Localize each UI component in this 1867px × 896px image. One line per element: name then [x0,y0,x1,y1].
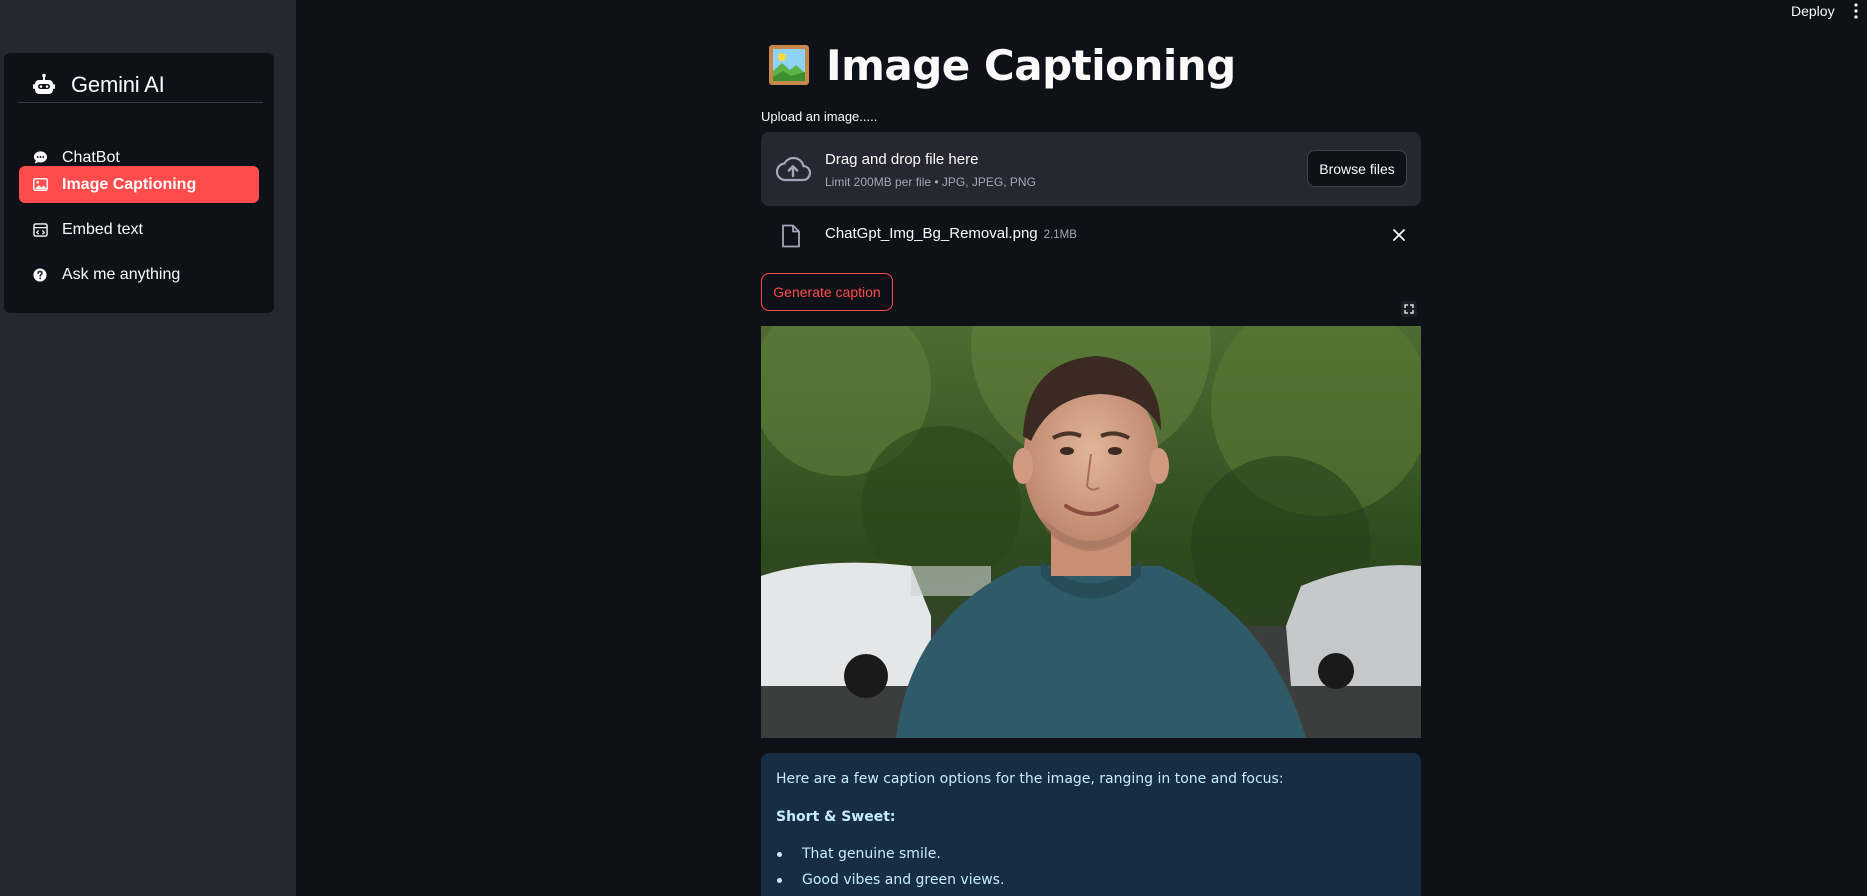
close-icon[interactable] [1391,227,1407,243]
list-item-text: Good vibes and green views. [802,872,1005,888]
embed-icon [32,222,48,238]
dropzone-limit-text: Limit 200MB per file • JPG, JPEG, PNG [825,175,1036,189]
menu-item-label: Image Captioning [62,175,197,193]
uploaded-file: ChatGpt_Img_Bg_Removal.png 2.1MB [761,218,1421,252]
page-title: Image Captioning [768,40,1236,90]
bullet-icon [777,877,782,883]
menu-item-ask-me-anything[interactable]: Ask me anything [19,256,259,293]
question-icon [32,267,48,283]
upload-label: Upload an image..... [761,109,878,124]
app-root: Gemini AI ChatBot Image Captioning Embed… [0,0,1867,896]
menu-item-image-captioning[interactable]: Image Captioning [19,166,259,203]
sidebar: Gemini AI ChatBot Image Captioning Embed… [0,0,296,896]
file-name: ChatGpt_Img_Bg_Removal.png 2.1MB [825,225,1077,242]
generate-caption-button[interactable]: Generate caption [761,273,893,311]
deploy-button[interactable]: Deploy [1791,3,1835,19]
framed-picture-icon [769,45,809,85]
menu-item-label: ChatBot [62,148,120,166]
brand-title: Gemini AI [71,71,165,97]
robot-icon [33,73,55,94]
main-menu-icon[interactable] [1852,2,1860,20]
chat-bubble-icon [32,150,48,166]
uploaded-image [761,326,1421,738]
fullscreen-icon[interactable] [1401,301,1417,317]
bullet-icon [777,851,782,857]
file-icon [782,224,800,248]
menu-header: Gemini AI [18,67,263,103]
menu-item-label: Ask me anything [62,265,181,283]
page-title-text: Image Captioning [826,40,1236,90]
file-dropzone[interactable]: Drag and drop file here Limit 200MB per … [761,132,1421,206]
photo-illustration [761,326,1421,738]
caption-section-title: Short & Sweet: [776,809,896,825]
menu-item-label: Embed text [62,220,143,238]
file-name-text: ChatGpt_Img_Bg_Removal.png [825,225,1038,242]
caption-result: Here are a few caption options for the i… [761,753,1421,896]
list-item: That genuine smile. [776,846,941,862]
list-item-text: That genuine smile. [802,846,941,862]
dropzone-title: Drag and drop file here [825,151,979,168]
list-item: Good vibes and green views. [776,872,1004,888]
caption-intro: Here are a few caption options for the i… [776,771,1284,787]
menu-item-embed-text[interactable]: Embed text [19,211,259,248]
file-size: 2.1MB [1043,229,1077,241]
cloud-upload-icon [775,156,811,182]
browse-files-button[interactable]: Browse files [1307,150,1407,187]
option-menu: Gemini AI ChatBot Image Captioning Embed… [4,53,274,313]
image-icon [32,177,48,193]
